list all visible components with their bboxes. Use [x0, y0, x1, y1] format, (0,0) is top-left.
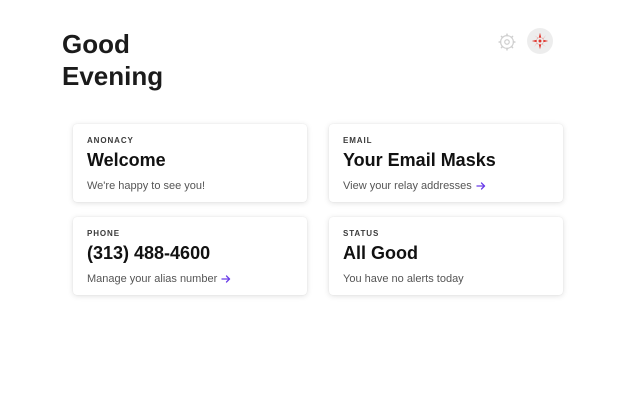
greeting-line-2: Evening — [62, 61, 164, 91]
welcome-card: ANONACY Welcome We're happy to see you! — [73, 124, 307, 202]
arrow-right-icon — [221, 275, 231, 283]
card-title: All Good — [343, 243, 418, 263]
arrow-right-icon — [476, 182, 485, 190]
manage-alias-number-link[interactable]: Manage your alias number — [87, 272, 293, 286]
card-label: STATUS — [343, 229, 380, 238]
card-title: (313) 488-4600 — [87, 243, 211, 263]
settings-button[interactable] — [497, 32, 517, 52]
card-subtitle-text: You have no alerts today — [343, 273, 464, 285]
page-greeting: Good Evening — [62, 28, 163, 92]
email-card: EMAIL Your Email Masks View your relay a… — [329, 124, 563, 202]
avatar-icon — [531, 32, 549, 50]
greeting-line-1: Good — [62, 29, 130, 59]
card-subtitle-text: View your relay addresses — [343, 180, 472, 192]
card-subtitle: We're happy to see you! — [87, 179, 293, 193]
view-relay-addresses-link[interactable]: View your relay addresses — [343, 179, 549, 193]
card-subtitle: You have no alerts today — [343, 272, 549, 286]
card-title: Your Email Masks — [343, 150, 496, 170]
status-card: STATUS All Good You have no alerts today — [329, 217, 563, 295]
card-label: PHONE — [87, 229, 120, 238]
phone-card: PHONE (313) 488-4600 Manage your alias n… — [73, 217, 307, 295]
card-label: EMAIL — [343, 136, 373, 145]
dashboard-page: Good Evening ANONACY Welcome We're happy… — [0, 0, 640, 400]
user-avatar[interactable] — [527, 28, 553, 54]
card-label: ANONACY — [87, 136, 134, 145]
card-subtitle-text: Manage your alias number — [87, 273, 218, 285]
card-title: Welcome — [87, 150, 166, 170]
gear-icon — [498, 33, 516, 51]
card-subtitle-text: We're happy to see you! — [87, 180, 206, 192]
